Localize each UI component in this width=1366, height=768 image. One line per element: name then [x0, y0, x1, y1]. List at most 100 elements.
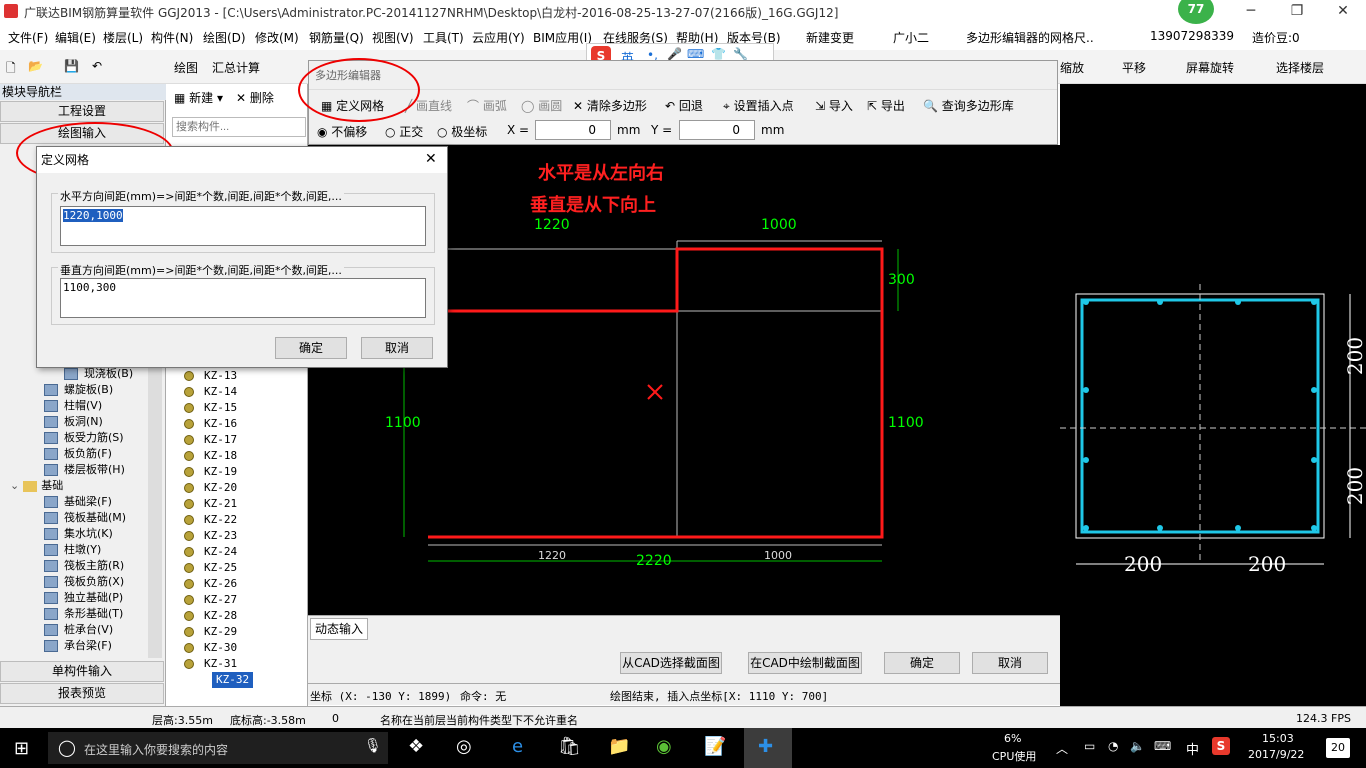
component-item-selected[interactable]: KZ-32 [212, 672, 254, 688]
pan-button[interactable]: 平移 [1122, 59, 1146, 76]
sum-button[interactable]: 汇总计算 [212, 59, 260, 76]
menu-view[interactable]: 视图(V) [372, 29, 414, 46]
component-item[interactable]: KZ-24 [184, 544, 237, 560]
cad-select-button[interactable]: 从CAD选择截面图 [620, 652, 722, 674]
nav-item[interactable]: 板洞(N) [44, 414, 103, 430]
component-item[interactable]: KZ-16 [184, 416, 237, 432]
import-button[interactable]: ⇲ 导入 [815, 97, 853, 114]
component-search-input[interactable] [172, 117, 306, 137]
phone-account[interactable]: 13907298339 [1150, 29, 1234, 43]
notification-count[interactable]: 20 [1326, 738, 1350, 758]
menu-modify[interactable]: 修改(M) [255, 29, 299, 46]
menu-tools[interactable]: 工具(T) [423, 29, 464, 46]
battery-icon[interactable]: ▭ [1084, 739, 1095, 753]
dialog-cancel-button[interactable]: 取消 [361, 337, 433, 359]
browser-icon[interactable]: ◎ [456, 736, 472, 757]
nav-item[interactable]: 板负筋(F) [44, 446, 112, 462]
volume-icon[interactable]: 🔈 [1130, 739, 1145, 753]
radio-no-offset[interactable]: ◉ 不偏移 [317, 123, 367, 140]
sogou-tray-icon[interactable]: S [1212, 737, 1230, 755]
menu-draw[interactable]: 绘图(D) [203, 29, 246, 46]
nav-item[interactable]: 柱墩(Y) [44, 542, 101, 558]
menu-cloud[interactable]: 云应用(Y) [472, 29, 525, 46]
component-item[interactable]: KZ-14 [184, 384, 237, 400]
glodon-app-icon[interactable]: ✚ [744, 728, 792, 768]
nav-item[interactable]: 承台梁(F) [44, 638, 112, 654]
wifi-icon[interactable]: ◔ [1108, 739, 1118, 753]
nav-item[interactable]: 螺旋板(B) [44, 382, 113, 398]
mic-icon[interactable]: 🎤 [667, 47, 682, 61]
undo-button[interactable]: ↶ 回退 [665, 97, 703, 114]
component-item[interactable]: KZ-26 [184, 576, 237, 592]
save-icon[interactable]: 💾 [64, 59, 79, 73]
horizontal-spacing-input[interactable]: 1220,1000 [60, 206, 426, 246]
nav-item[interactable]: 筏板负筋(X) [44, 574, 124, 590]
nav-item[interactable]: 筏板主筋(R) [44, 558, 124, 574]
cad-draw-button[interactable]: 在CAD中绘制截面图 [748, 652, 862, 674]
ime-indicator[interactable]: 中 [1186, 739, 1199, 758]
keyboard-icon[interactable]: ⌨ [687, 47, 704, 61]
component-item[interactable]: KZ-18 [184, 448, 237, 464]
maximize-button[interactable]: ❐ [1274, 0, 1320, 24]
select-floor-button[interactable]: 选择楼层 [1276, 59, 1324, 76]
keyboard-icon[interactable]: ⌨ [1154, 739, 1171, 753]
nav-project-settings[interactable]: 工程设置 [0, 101, 164, 122]
delete-component-button[interactable]: ✕ 删除 [236, 89, 274, 106]
component-item[interactable]: KZ-23 [184, 528, 237, 544]
menu-component[interactable]: 构件(N) [151, 29, 193, 46]
query-library-button[interactable]: 🔍 查询多边形库 [923, 97, 1014, 114]
new-component-button[interactable]: ▦ 新建 ▾ [174, 89, 223, 106]
minimize-button[interactable]: ─ [1228, 0, 1274, 24]
undo-icon[interactable]: ↶ [92, 59, 102, 73]
notes-icon[interactable]: 📝 [704, 736, 726, 757]
nav-item[interactable]: 独立基础(P) [44, 590, 123, 606]
component-item[interactable]: KZ-13 [184, 368, 237, 384]
x-input[interactable]: 0 [535, 120, 611, 140]
nav-item[interactable]: 板受力筋(S) [44, 430, 124, 446]
component-item[interactable]: KZ-21 [184, 496, 237, 512]
vertical-spacing-input[interactable]: 1100,300 [60, 278, 426, 318]
nav-item[interactable]: 现浇板(B) [64, 366, 133, 382]
windows-start-icon[interactable]: ⊞ [14, 738, 29, 759]
radio-polar[interactable]: ○ 极坐标 [437, 123, 487, 140]
editor-ok-button[interactable]: 确定 [884, 652, 960, 674]
zoom-button[interactable]: 缩放 [1060, 59, 1084, 76]
nav-report-preview[interactable]: 报表预览 [0, 683, 164, 704]
nav-item[interactable]: 楼层板带(H) [44, 462, 125, 478]
component-item[interactable]: KZ-27 [184, 592, 237, 608]
y-input[interactable]: 0 [679, 120, 755, 140]
taskbar-search[interactable]: ◯ 在这里输入你要搜索的内容 🎙 [48, 732, 388, 764]
open-folder-icon[interactable]: 📂 [28, 59, 43, 73]
nav-item[interactable]: 条形基础(T) [44, 606, 123, 622]
component-item[interactable]: KZ-28 [184, 608, 237, 624]
score-badge[interactable]: 77 [1178, 0, 1214, 24]
component-item[interactable]: KZ-29 [184, 624, 237, 640]
mic-icon[interactable]: 🎙 [364, 738, 382, 754]
draw-arc-button[interactable]: ⌒ 画弧 [467, 97, 507, 114]
draw-button[interactable]: 绘图 [174, 59, 198, 76]
menu-bim[interactable]: BIM应用(I) [533, 29, 592, 46]
nav-item[interactable]: 筏板基础(M) [44, 510, 126, 526]
nav-item[interactable]: 集水坑(K) [44, 526, 113, 542]
component-item[interactable]: KZ-22 [184, 512, 237, 528]
menu-file[interactable]: 文件(F) [8, 29, 48, 46]
menu-edit[interactable]: 编辑(E) [55, 29, 96, 46]
menu-floor[interactable]: 楼层(L) [103, 29, 143, 46]
nav-item[interactable]: 柱帽(V) [44, 398, 102, 414]
dialog-ok-button[interactable]: 确定 [275, 337, 347, 359]
nav-group-foundation[interactable]: ⌄ 基础 [10, 478, 63, 494]
nav-single-input[interactable]: 单构件输入 [0, 661, 164, 682]
new-file-icon[interactable]: 🗋 [6, 59, 16, 80]
component-item[interactable]: KZ-25 [184, 560, 237, 576]
editor-cancel-button[interactable]: 取消 [972, 652, 1048, 674]
360-browser-icon[interactable]: ◉ [656, 736, 672, 757]
component-item[interactable]: KZ-17 [184, 432, 237, 448]
export-button[interactable]: ⇱ 导出 [867, 97, 905, 114]
notice-text[interactable]: 多边形编辑器的网格尺.. [966, 29, 1094, 46]
nav-scrollbar[interactable] [148, 364, 162, 658]
dynamic-input-tab[interactable]: 动态输入 [310, 618, 368, 640]
explorer-icon[interactable]: 📁 [608, 736, 630, 757]
menu-rebar[interactable]: 钢筋量(Q) [309, 29, 364, 46]
clear-polygon-button[interactable]: ✕ 清除多边形 [573, 97, 647, 114]
close-button[interactable]: ✕ [1320, 0, 1366, 24]
